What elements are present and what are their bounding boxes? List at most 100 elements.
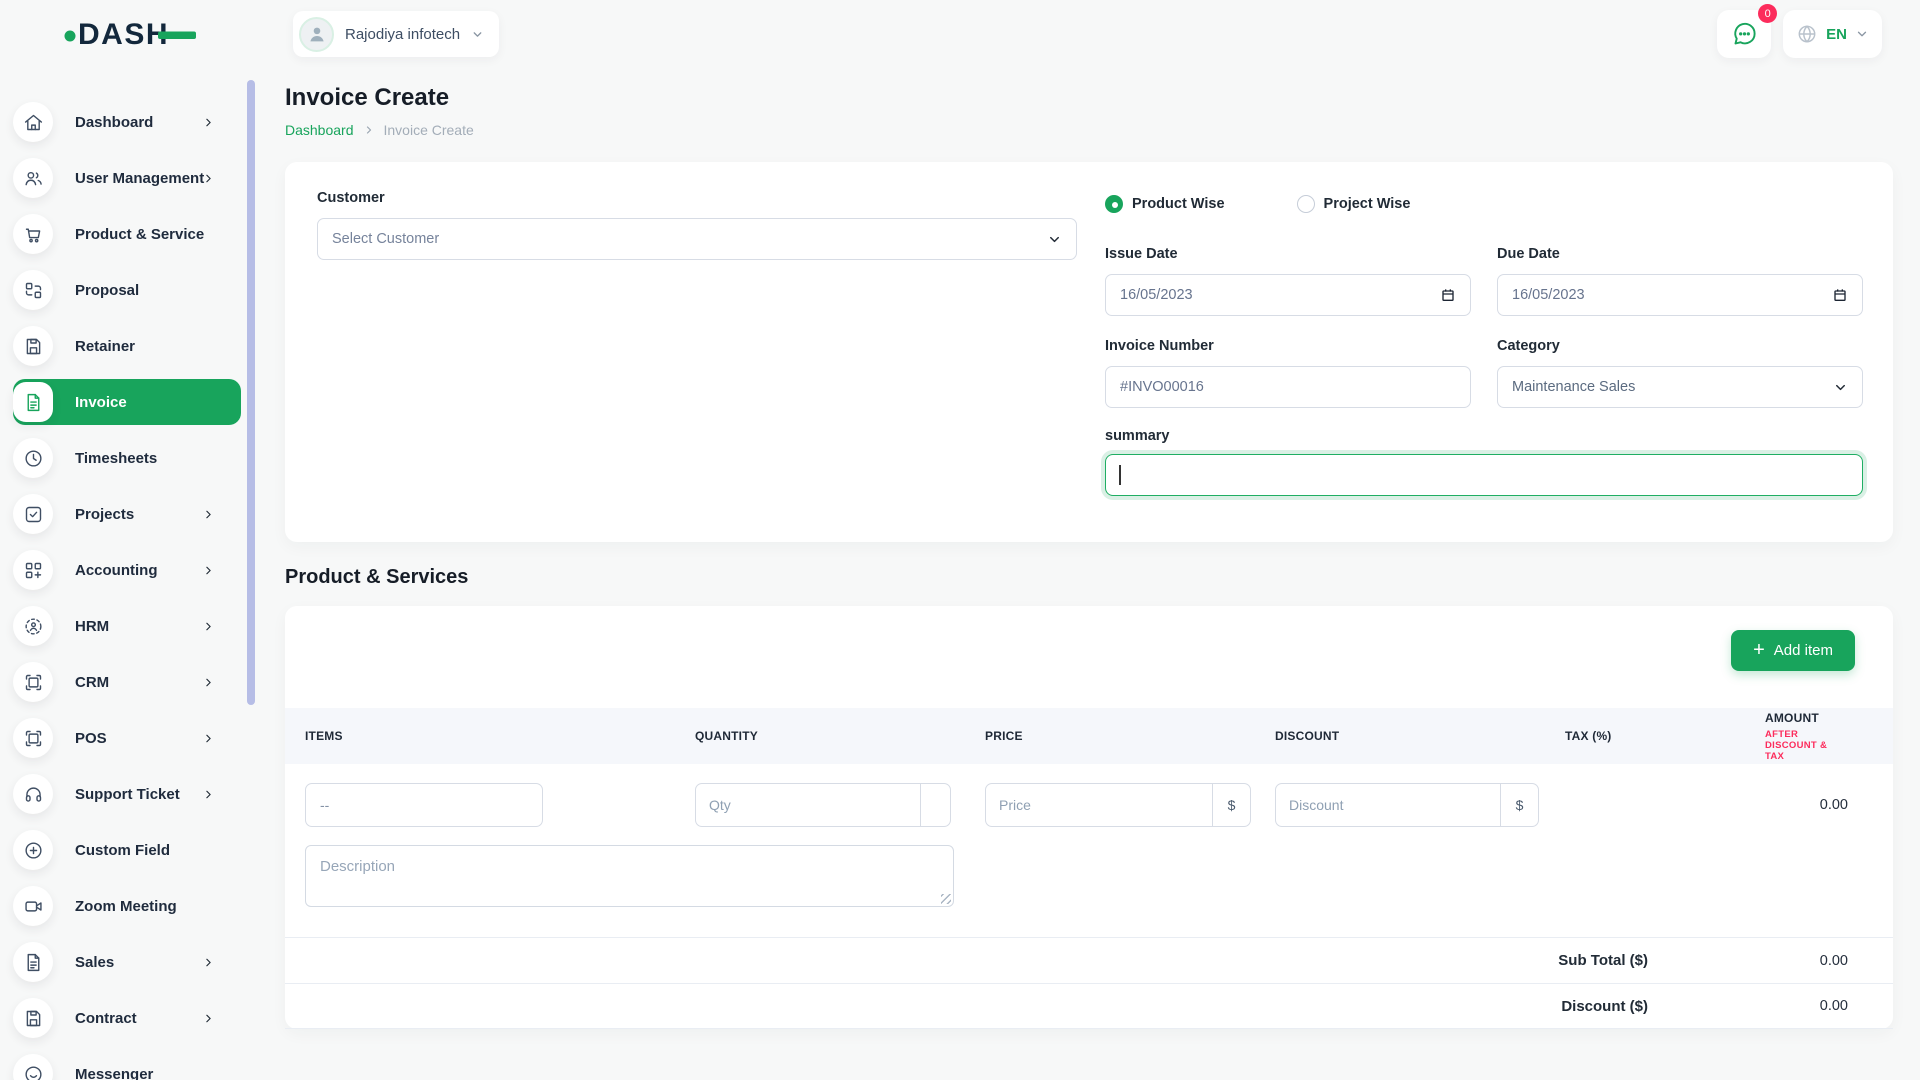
file-icon — [13, 942, 53, 982]
sidebar-item-label: Projects — [75, 506, 134, 523]
sidebar-item-invoice[interactable]: Invoice — [13, 379, 241, 425]
sidebar-item-accounting[interactable]: Accounting — [13, 547, 241, 593]
sidebar-item-crm[interactable]: CRM — [13, 659, 241, 705]
sidebar-item-label: CRM — [75, 674, 109, 691]
sidebar-item-label: Dashboard — [75, 114, 153, 131]
plus-circle-icon — [13, 830, 53, 870]
col-items: ITEMS — [285, 708, 675, 764]
chevron-right-icon — [202, 788, 215, 801]
summary-textarea[interactable] — [1105, 454, 1863, 496]
radio-project-wise[interactable]: Project Wise — [1297, 195, 1411, 213]
description-row: Description — [285, 827, 1893, 937]
price-input[interactable] — [986, 784, 1212, 826]
sidebar-item-retainer[interactable]: Retainer — [13, 323, 241, 369]
customer-select[interactable]: Select Customer — [317, 218, 1077, 260]
sidebar-item-label: Support Ticket — [75, 786, 180, 803]
chevron-right-icon — [202, 564, 215, 577]
language-selector[interactable]: EN — [1783, 10, 1882, 58]
sidebar-item-dashboard[interactable]: Dashboard — [13, 99, 241, 145]
radio-label: Project Wise — [1324, 196, 1411, 212]
logo-text: DASH — [78, 18, 169, 50]
resize-grip[interactable] — [941, 894, 951, 904]
col-discount: DISCOUNT — [1255, 708, 1545, 764]
discount-input[interactable] — [1276, 784, 1500, 826]
invoice-number-input[interactable]: #INVO00016 — [1105, 366, 1471, 408]
check-square-icon — [13, 494, 53, 534]
sidebar-item-proposal[interactable]: Proposal — [13, 267, 241, 313]
video-icon — [13, 886, 53, 926]
sidebar-item-support-ticket[interactable]: Support Ticket — [13, 771, 241, 817]
page-title: Invoice Create — [285, 84, 1893, 112]
frame-icon — [13, 718, 53, 758]
app-logo[interactable]: DASH — [64, 14, 196, 55]
text-cursor — [1119, 465, 1121, 485]
subtotal-row: Sub Total ($) 0.00 — [285, 937, 1893, 983]
customer-select-value: Select Customer — [332, 231, 439, 247]
products-section-title: Product & Services — [285, 566, 1893, 589]
sidebar-item-user-management[interactable]: User Management — [13, 155, 241, 201]
workspace-name: Rajodiya infotech — [345, 26, 460, 43]
sidebar-item-projects[interactable]: Projects — [13, 491, 241, 537]
due-date-input[interactable]: 16/05/2023 — [1497, 274, 1863, 316]
sidebar-item-custom-field[interactable]: Custom Field — [13, 827, 241, 873]
sidebar-item-pos[interactable]: POS — [13, 715, 241, 761]
breadcrumb: Dashboard Invoice Create — [285, 122, 1893, 138]
chevron-right-icon — [202, 620, 215, 633]
chevron-right-icon — [202, 508, 215, 521]
sidebar-item-timesheets[interactable]: Timesheets — [13, 435, 241, 481]
invoice-number-label: Invoice Number — [1105, 338, 1471, 354]
plus-icon: + — [1753, 640, 1765, 660]
invoice-type-radios: Product Wise Project Wise — [1105, 193, 1863, 215]
summary-label: summary — [1105, 428, 1863, 444]
issue-date-label: Issue Date — [1105, 246, 1471, 262]
radio-product-wise[interactable]: Product Wise — [1105, 195, 1225, 213]
sidebar-scrollbar[interactable] — [247, 80, 255, 705]
sidebar-item-label: Messenger — [75, 1066, 153, 1080]
calendar-icon[interactable] — [1832, 287, 1848, 303]
discount-currency-addon: $ — [1500, 784, 1538, 826]
col-quantity: QUANTITY — [675, 708, 965, 764]
chat-bubble-icon — [1731, 21, 1758, 48]
discount-input-group: $ — [1275, 783, 1539, 827]
category-select[interactable]: Maintenance Sales — [1497, 366, 1863, 408]
sidebar-item-messenger[interactable]: Messenger — [13, 1051, 241, 1080]
radio-label: Product Wise — [1132, 196, 1225, 212]
breadcrumb-dashboard-link[interactable]: Dashboard — [285, 122, 354, 138]
headphones-icon — [13, 774, 53, 814]
calendar-icon[interactable] — [1440, 287, 1456, 303]
frame-icon — [13, 662, 53, 702]
quantity-addon — [920, 784, 950, 826]
sidebar-item-product-service[interactable]: Product & Service — [13, 211, 241, 257]
sidebar-item-contract[interactable]: Contract — [13, 995, 241, 1041]
issue-date-input[interactable]: 16/05/2023 — [1105, 274, 1471, 316]
clock-icon — [13, 438, 53, 478]
person-dashed-icon — [13, 606, 53, 646]
items-table: ITEMS QUANTITY PRICE DISCOUNT TAX (%) AM… — [285, 708, 1893, 937]
avatar — [299, 17, 334, 52]
chevron-right-icon — [202, 676, 215, 689]
customer-label: Customer — [317, 190, 1077, 206]
quantity-input[interactable] — [696, 784, 920, 826]
workspace-switcher[interactable]: Rajodiya infotech — [293, 11, 499, 57]
col-tax: TAX (%) — [1545, 708, 1745, 764]
discount-total-value: 0.00 — [1648, 998, 1848, 1014]
description-textarea[interactable]: Description — [305, 845, 954, 907]
discount-total-label: Discount ($) — [1561, 998, 1648, 1015]
grid-plus-icon — [13, 550, 53, 590]
chevron-right-icon — [202, 116, 215, 129]
add-item-button[interactable]: + Add item — [1731, 630, 1855, 671]
discount-total-row: Discount ($) 0.00 — [285, 983, 1893, 1029]
issue-date-value: 16/05/2023 — [1120, 287, 1193, 303]
item-select[interactable]: -- — [305, 783, 543, 827]
sidebar-item-label: Custom Field — [75, 842, 170, 859]
sidebar-item-zoom-meeting[interactable]: Zoom Meeting — [13, 883, 241, 929]
sidebar: Dashboard User Management Product & Servic… — [0, 60, 260, 1080]
sidebar-item-hrm[interactable]: HRM — [13, 603, 241, 649]
messages-button[interactable]: 0 — [1717, 10, 1771, 58]
quantity-input-group — [695, 783, 951, 827]
sidebar-item-label: POS — [75, 730, 107, 747]
sidebar-item-label: Proposal — [75, 282, 139, 299]
sidebar-item-label: Sales — [75, 954, 114, 971]
items-table-header: ITEMS QUANTITY PRICE DISCOUNT TAX (%) AM… — [285, 708, 1893, 764]
sidebar-item-sales[interactable]: Sales — [13, 939, 241, 985]
